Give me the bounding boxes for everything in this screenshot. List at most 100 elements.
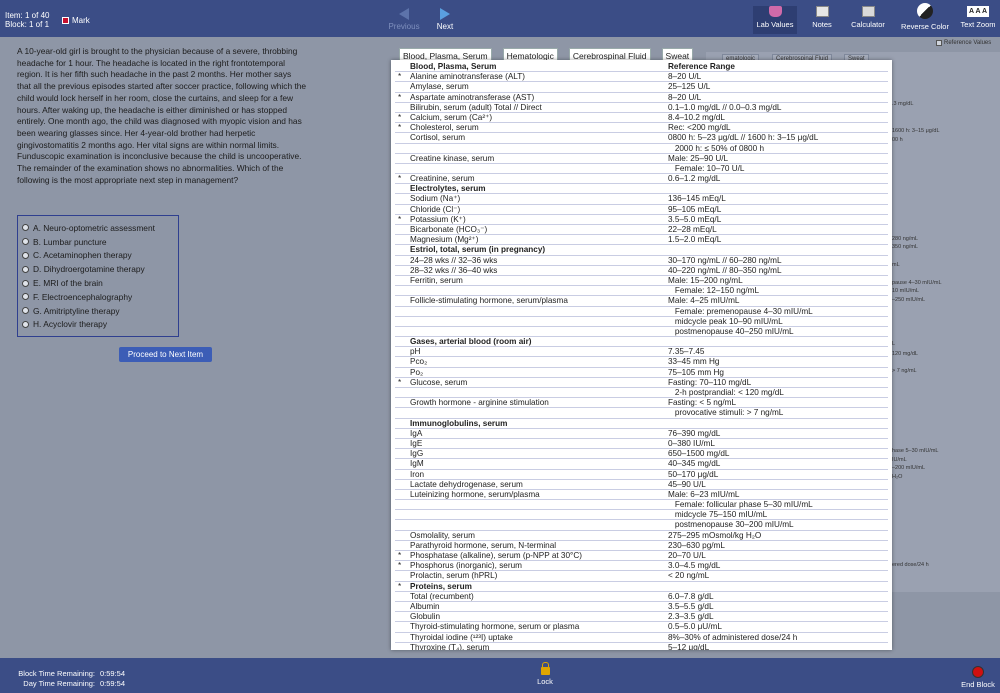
answer-option[interactable]: D. Dihydroergotamine therapy <box>22 262 178 276</box>
reference-values-toggle[interactable]: Reference Values <box>936 40 991 46</box>
radio-icon[interactable] <box>22 307 29 315</box>
mark-toggle[interactable]: Mark <box>62 16 90 25</box>
row-name: Glucose, serum <box>410 377 468 387</box>
row-name: Immunoglobulins, serum <box>410 418 508 428</box>
day-time-value: 0:59:54 <box>100 679 126 688</box>
table-row: * Glucose, serum Fasting: 70–110 mg/dL <box>395 378 888 388</box>
row-star: * <box>398 581 402 591</box>
answer-label: H. Acyclovir therapy <box>33 319 108 330</box>
table-row: Chloride (Cl⁻) 95–105 mEq/L <box>395 205 888 215</box>
row-value: provocative stimuli: > 7 ng/mL <box>668 408 784 418</box>
answer-option[interactable]: G. Amitriptyline therapy <box>22 304 178 318</box>
radio-icon[interactable] <box>22 251 29 259</box>
reverse-color-button[interactable]: Reverse Color <box>898 3 952 34</box>
row-name: Phosphatase (alkaline), serum (p-NPP at … <box>410 551 582 560</box>
row-value: Female: 12–150 ng/mL <box>668 286 760 296</box>
row-value: Rec: <200 mg/dL <box>668 123 731 133</box>
table-row: * Calcium, serum (Ca²⁺) 8.4–10.2 mg/dL <box>395 113 888 124</box>
row-name: Prolactin, serum (hPRL) <box>410 571 498 581</box>
row-name: Luteinizing hormone, serum/plasma <box>410 489 540 499</box>
block-time-value: 0:59:54 <box>100 669 126 678</box>
row-name: Thyroid-stimulating hormone, serum or pl… <box>410 622 580 632</box>
row-star: * <box>398 72 402 82</box>
row-value: 275–295 mOsmol/kg H₂O <box>668 530 762 540</box>
answer-label: F. Electroencephalography <box>33 291 133 302</box>
text-zoom-label: Text Zoom <box>960 20 996 29</box>
row-value: 1.5–2.0 mEq/L <box>668 235 722 245</box>
background-lab-fragment: pause 4–30 mIU/mL <box>892 280 942 286</box>
row-value: Male: 6–23 mIU/mL <box>668 489 740 499</box>
row-value: 0.5–5.0 μU/mL <box>668 622 722 632</box>
radio-icon[interactable] <box>22 279 29 287</box>
row-value: 30–170 ng/mL // 60–280 ng/mL <box>668 255 782 265</box>
table-row: midcycle 75–150 mIU/mL <box>395 510 888 521</box>
proceed-button[interactable]: Proceed to Next Item <box>119 347 212 362</box>
table-row: * Phosphorus (inorganic), serum 3.0–4.5 mg… <box>395 561 888 572</box>
answer-label: B. Lumbar puncture <box>33 236 107 247</box>
answer-label: C. Acetaminophen therapy <box>33 250 132 261</box>
row-name: Creatine kinase, serum <box>410 153 495 163</box>
next-button[interactable]: Next <box>425 8 465 31</box>
lab-values-panel[interactable]: Blood, Plasma, Serum Reference Range * Alan… <box>391 60 892 650</box>
radio-icon[interactable] <box>22 238 29 246</box>
calculator-button[interactable]: Calculator <box>846 6 890 34</box>
text-zoom-button[interactable]: A A A Text Zoom <box>957 6 999 34</box>
background-lab-fragment: > 7 ng/mL <box>892 368 917 374</box>
radio-icon[interactable] <box>22 224 29 232</box>
row-name: Sodium (Na⁺) <box>410 194 461 204</box>
answer-option[interactable]: B. Lumbar puncture <box>22 235 178 249</box>
table-row: Luteinizing hormone, serum/plasma Male: 6… <box>395 489 888 501</box>
table-row: Po₂ 75–105 mm Hg <box>395 368 888 378</box>
row-name: Blood, Plasma, Serum <box>410 62 497 71</box>
table-row: * Creatinine, serum 0.6–1.2 mg/dL <box>395 174 888 185</box>
row-name: Cholesterol, serum <box>410 123 479 133</box>
row-name: 24–28 wks // 32–36 wks <box>410 255 498 265</box>
answer-option[interactable]: A. Neuro-optometric assessment <box>22 221 178 235</box>
answer-option[interactable]: H. Acyclovir therapy <box>22 318 178 332</box>
answer-label: D. Dihydroergotamine therapy <box>33 264 145 275</box>
row-name: IgM <box>410 459 424 469</box>
row-name: Potassium (K⁺) <box>410 214 466 224</box>
background-lab-fragment: mL <box>892 262 900 268</box>
row-star: * <box>398 214 402 224</box>
row-value: 3.5–5.5 g/dL <box>668 601 714 611</box>
answer-option[interactable]: C. Acetaminophen therapy <box>22 249 178 263</box>
row-name: Phosphorus (inorganic), serum <box>410 561 522 571</box>
background-lab-fragment: ered dose/24 h <box>892 562 929 568</box>
table-row: * Alanine aminotransferase (ALT) 8–20 U/L <box>395 72 888 83</box>
calculator-icon <box>861 6 875 17</box>
table-row: IgG 650–1500 mg/dL <box>395 449 888 460</box>
lock-button[interactable]: Lock <box>534 662 556 686</box>
row-name: Total (recumbent) <box>410 591 474 601</box>
table-row: Ferritin, serum Male: 15–200 ng/mL <box>395 276 888 287</box>
row-value: 0.6–1.2 mg/dL <box>668 174 721 184</box>
previous-arrow-icon <box>399 8 409 20</box>
row-name: 28–32 wks // 36–40 wks <box>410 265 498 275</box>
row-value: Female: 10–70 U/L <box>668 163 745 173</box>
radio-icon[interactable] <box>22 265 29 273</box>
row-name: Osmolality, serum <box>410 530 475 540</box>
table-row: Thyroxine (T₄), serum 5–12 μg/dL <box>395 643 888 650</box>
table-row: postmenopause 40–250 mIU/mL <box>395 327 888 338</box>
row-name: Albumin <box>410 601 440 611</box>
table-row: Amylase, serum 25–125 U/L <box>395 82 888 93</box>
radio-icon[interactable] <box>22 320 29 328</box>
radio-icon[interactable] <box>22 293 29 301</box>
row-value: postmenopause 30–200 mIU/mL <box>668 520 794 530</box>
row-name: Proteins, serum <box>410 581 472 591</box>
row-value: 3.0–4.5 mg/dL <box>668 561 721 571</box>
row-name: Thyroxine (T₄), serum <box>410 642 490 650</box>
background-lab-fragment: IU/mL <box>892 457 907 463</box>
table-row: Pco₂ 33–45 mm Hg <box>395 357 888 368</box>
table-row: Globulin 2.3–3.5 g/dL <box>395 612 888 623</box>
notes-button[interactable]: Notes <box>804 6 840 34</box>
table-row: postmenopause 30–200 mIU/mL <box>395 520 888 531</box>
answer-option[interactable]: E. MRI of the brain <box>22 276 178 290</box>
flag-icon <box>62 17 69 24</box>
table-row: Albumin 3.5–5.5 g/dL <box>395 601 888 613</box>
row-name: Lactate dehydrogenase, serum <box>410 479 523 489</box>
answer-option[interactable]: F. Electroencephalography <box>22 290 178 304</box>
lab-values-button[interactable]: Lab Values <box>753 6 797 34</box>
end-block-button[interactable]: End Block <box>960 666 996 689</box>
previous-button[interactable]: Previous <box>384 8 424 31</box>
